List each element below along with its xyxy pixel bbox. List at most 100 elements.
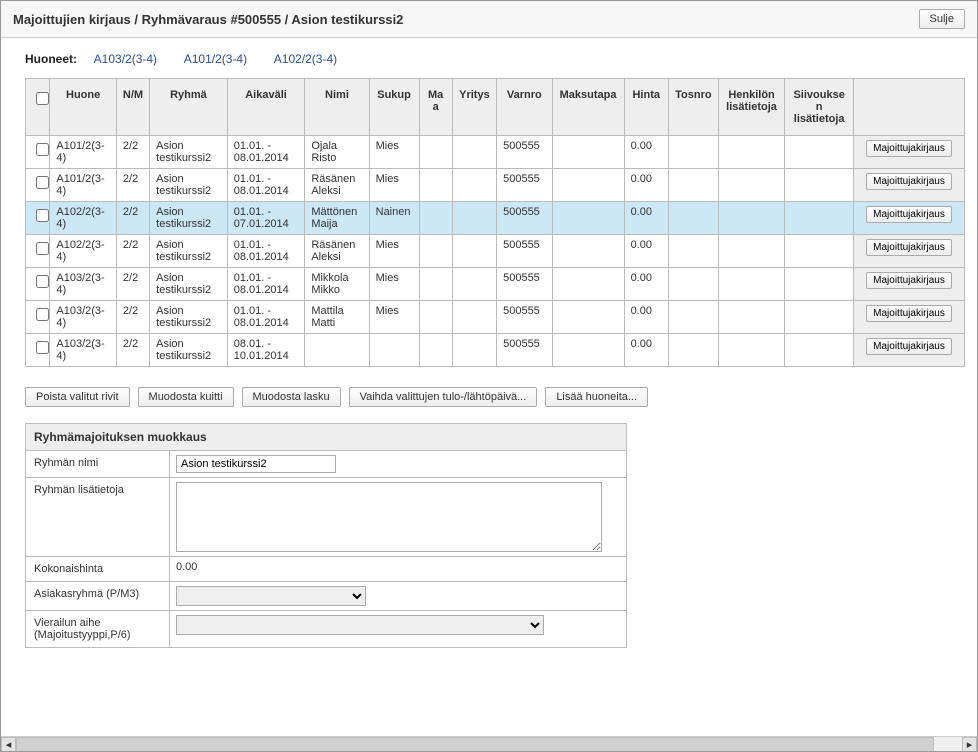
- guest-register-button[interactable]: Majoittujakirjaus: [866, 173, 952, 190]
- cell-tosnro: [668, 169, 718, 202]
- row-checkbox[interactable]: [36, 275, 49, 288]
- cell-ryhma: Asion testikurssi2: [150, 169, 228, 202]
- visit-reason-select[interactable]: [176, 615, 544, 635]
- cell-yritys: [452, 169, 496, 202]
- cell-siivouksen: [785, 268, 854, 301]
- cell-maa: [419, 334, 452, 367]
- cell-hinta: 0.00: [624, 235, 668, 268]
- cell-huone: A103/2(3-4): [50, 268, 117, 301]
- cell-varnro: 500555: [497, 136, 552, 169]
- th-aikavali: Aikaväli: [227, 79, 305, 136]
- rooms-line: Huoneet: A103/2(3-4) A101/2(3-4) A102/2(…: [1, 38, 977, 78]
- cell-sukup: Mies: [369, 169, 419, 202]
- cell-huone: A102/2(3-4): [50, 235, 117, 268]
- table-row[interactable]: A103/2(3-4)2/2Asion testikurssi208.01. -…: [26, 334, 965, 367]
- room-link[interactable]: A102/2(3-4): [274, 52, 337, 66]
- cell-tosnro: [668, 268, 718, 301]
- row-checkbox[interactable]: [36, 143, 49, 156]
- cell-siivouksen: [785, 334, 854, 367]
- cell-hinta: 0.00: [624, 334, 668, 367]
- cell-maa: [419, 169, 452, 202]
- cell-huone: A103/2(3-4): [50, 301, 117, 334]
- window-header: Majoittujien kirjaus / Ryhmävaraus #5005…: [1, 1, 977, 38]
- swap-dates-button[interactable]: Vaihda valittujen tulo-/lähtöpäivä...: [349, 387, 538, 407]
- scroll-right-icon[interactable]: ▸: [962, 737, 977, 752]
- page-title: Majoittujien kirjaus / Ryhmävaraus #5005…: [13, 12, 403, 27]
- cell-siivouksen: [785, 136, 854, 169]
- create-receipt-button[interactable]: Muodosta kuitti: [138, 387, 234, 407]
- cell-hinta: 0.00: [624, 268, 668, 301]
- cell-aikavali: 01.01. - 07.01.2014: [227, 202, 305, 235]
- scroll-thumb[interactable]: [16, 737, 934, 752]
- cell-yritys: [452, 235, 496, 268]
- cell-nimi: Ojala Risto: [305, 136, 369, 169]
- cell-henkilon: [718, 301, 785, 334]
- cell-yritys: [452, 136, 496, 169]
- cell-sukup: Mies: [369, 268, 419, 301]
- table-row[interactable]: A101/2(3-4)2/2Asion testikurssi201.01. -…: [26, 136, 965, 169]
- row-checkbox[interactable]: [36, 308, 49, 321]
- cell-maksutapa: [552, 169, 624, 202]
- th-maksutapa: Maksutapa: [552, 79, 624, 136]
- close-button[interactable]: Sulje: [919, 9, 965, 29]
- row-checkbox[interactable]: [36, 242, 49, 255]
- cell-tosnro: [668, 334, 718, 367]
- cell-hinta: 0.00: [624, 301, 668, 334]
- body-scroll[interactable]: Huoneet: A103/2(3-4) A101/2(3-4) A102/2(…: [1, 38, 977, 751]
- cell-tosnro: [668, 235, 718, 268]
- table-row[interactable]: A103/2(3-4)2/2Asion testikurssi201.01. -…: [26, 301, 965, 334]
- cell-ryhma: Asion testikurssi2: [150, 334, 228, 367]
- cell-huone: A103/2(3-4): [50, 334, 117, 367]
- row-checkbox[interactable]: [36, 176, 49, 189]
- cell-aikavali: 01.01. - 08.01.2014: [227, 235, 305, 268]
- cell-nm: 2/2: [116, 301, 149, 334]
- cell-tosnro: [668, 202, 718, 235]
- guest-register-button[interactable]: Majoittujakirjaus: [866, 239, 952, 256]
- cell-henkilon: [718, 136, 785, 169]
- room-link[interactable]: A101/2(3-4): [184, 52, 247, 66]
- cell-ryhma: Asion testikurssi2: [150, 301, 228, 334]
- total-price-value: 0.00: [176, 561, 197, 573]
- guest-register-button[interactable]: Majoittujakirjaus: [866, 206, 952, 223]
- cell-henkilon: [718, 202, 785, 235]
- scroll-left-icon[interactable]: ◂: [1, 737, 16, 752]
- delete-selected-button[interactable]: Poista valitut rivit: [25, 387, 130, 407]
- table-row[interactable]: A101/2(3-4)2/2Asion testikurssi201.01. -…: [26, 169, 965, 202]
- guest-register-button[interactable]: Majoittujakirjaus: [866, 305, 952, 322]
- create-invoice-button[interactable]: Muodosta lasku: [242, 387, 341, 407]
- row-checkbox[interactable]: [36, 209, 49, 222]
- cell-nimi: [305, 334, 369, 367]
- customer-group-select[interactable]: [176, 586, 366, 606]
- th-nm: N/M: [116, 79, 149, 136]
- table-row[interactable]: A102/2(3-4)2/2Asion testikurssi201.01. -…: [26, 235, 965, 268]
- table-row[interactable]: A103/2(3-4)2/2Asion testikurssi201.01. -…: [26, 268, 965, 301]
- group-edit-panel: Ryhmämajoituksen muokkaus Ryhmän nimi Ry…: [25, 423, 627, 648]
- cell-yritys: [452, 334, 496, 367]
- guest-register-button[interactable]: Majoittujakirjaus: [866, 272, 952, 289]
- add-rooms-button[interactable]: Lisää huoneita...: [545, 387, 648, 407]
- cell-huone: A101/2(3-4): [50, 136, 117, 169]
- table-header-row: Huone N/M Ryhmä Aikaväli Nimi Sukup Maa …: [26, 79, 965, 136]
- guest-register-button[interactable]: Majoittujakirjaus: [866, 140, 952, 157]
- guest-register-button[interactable]: Majoittujakirjaus: [866, 338, 952, 355]
- cell-huone: A102/2(3-4): [50, 202, 117, 235]
- th-huone: Huone: [50, 79, 117, 136]
- room-link[interactable]: A103/2(3-4): [94, 52, 157, 66]
- group-info-label: Ryhmän lisätietoja: [26, 478, 170, 556]
- cell-aikavali: 01.01. - 08.01.2014: [227, 136, 305, 169]
- cell-nm: 2/2: [116, 136, 149, 169]
- th-tosnro: Tosnro: [668, 79, 718, 136]
- row-checkbox[interactable]: [36, 341, 49, 354]
- select-all-checkbox[interactable]: [36, 92, 49, 105]
- horizontal-scrollbar[interactable]: ◂ ▸: [1, 736, 977, 751]
- cell-aikavali: 01.01. - 08.01.2014: [227, 169, 305, 202]
- group-name-input[interactable]: [176, 455, 336, 473]
- group-info-textarea[interactable]: [176, 482, 602, 552]
- cell-aikavali: 01.01. - 08.01.2014: [227, 268, 305, 301]
- cell-sukup: [369, 334, 419, 367]
- table-row[interactable]: A102/2(3-4)2/2Asion testikurssi201.01. -…: [26, 202, 965, 235]
- cell-varnro: 500555: [497, 301, 552, 334]
- cell-siivouksen: [785, 169, 854, 202]
- cell-yritys: [452, 202, 496, 235]
- guests-table: Huone N/M Ryhmä Aikaväli Nimi Sukup Maa …: [25, 78, 965, 367]
